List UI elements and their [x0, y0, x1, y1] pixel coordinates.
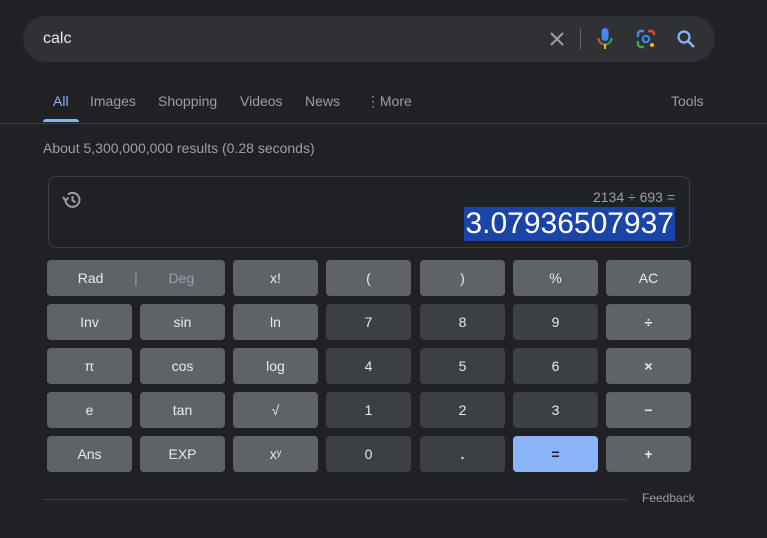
rad-deg-toggle[interactable]: Rad | Deg — [47, 260, 225, 296]
footer-divider — [43, 499, 627, 500]
inverse-key[interactable]: Inv — [47, 304, 132, 340]
tab-videos[interactable]: Videos — [240, 84, 283, 122]
left-paren-key[interactable]: ( — [326, 260, 411, 296]
log-key[interactable]: log — [233, 348, 318, 384]
more-dots-icon: ⋮ — [366, 93, 380, 109]
calculator-display: 2134 ÷ 693 = 3.07936507937 — [48, 176, 690, 248]
plus-key[interactable]: + — [606, 436, 691, 472]
search-input[interactable] — [43, 16, 523, 62]
digit-0-key[interactable]: 0 — [326, 436, 411, 472]
rad-key[interactable]: Rad — [47, 270, 134, 286]
tabs-divider — [0, 123, 767, 124]
minus-key[interactable]: − — [606, 392, 691, 428]
factorial-key[interactable]: x! — [233, 260, 318, 296]
deg-key[interactable]: Deg — [138, 270, 225, 286]
tools-button[interactable]: Tools — [671, 84, 704, 122]
decimal-key[interactable]: . — [420, 436, 505, 472]
result-stats: About 5,300,000,000 results (0.28 second… — [43, 140, 315, 156]
percent-key[interactable]: % — [513, 260, 598, 296]
euler-key[interactable]: e — [47, 392, 132, 428]
tab-videos-label: Videos — [240, 93, 283, 109]
tab-images-label: Images — [90, 93, 136, 109]
search-bar — [23, 16, 715, 62]
digit-6-key[interactable]: 6 — [513, 348, 598, 384]
tab-more-label: More — [379, 93, 412, 109]
tab-more[interactable]: ⋮ More — [366, 84, 412, 122]
tab-news[interactable]: News — [305, 84, 340, 122]
tab-images[interactable]: Images — [90, 84, 136, 122]
sin-key[interactable]: sin — [140, 304, 225, 340]
multiply-key[interactable]: × — [606, 348, 691, 384]
digit-5-key[interactable]: 5 — [420, 348, 505, 384]
divide-key[interactable]: ÷ — [606, 304, 691, 340]
all-clear-key[interactable]: AC — [606, 260, 691, 296]
calculator-expression: 2134 ÷ 693 = — [592, 189, 675, 205]
equals-key[interactable]: = — [513, 436, 598, 472]
cos-key[interactable]: cos — [140, 348, 225, 384]
clear-icon[interactable] — [545, 27, 569, 51]
digit-9-key[interactable]: 9 — [513, 304, 598, 340]
ln-key[interactable]: ln — [233, 304, 318, 340]
power-key[interactable]: xʸ — [233, 436, 318, 472]
digit-7-key[interactable]: 7 — [326, 304, 411, 340]
tools-label: Tools — [671, 93, 704, 109]
digit-2-key[interactable]: 2 — [420, 392, 505, 428]
tab-news-label: News — [305, 93, 341, 109]
search-divider — [580, 28, 581, 50]
tab-all-label: All — [53, 93, 69, 109]
microphone-icon[interactable] — [593, 27, 617, 51]
right-paren-key[interactable]: ) — [420, 260, 505, 296]
google-lens-icon[interactable] — [634, 27, 658, 51]
exp-key[interactable]: EXP — [140, 436, 225, 472]
calculator-result: 3.07936507937 — [464, 207, 675, 241]
pi-key[interactable]: π — [47, 348, 132, 384]
sqrt-key[interactable]: √ — [233, 392, 318, 428]
tab-shopping[interactable]: Shopping — [158, 84, 217, 122]
search-tabs: All Images Shopping Videos News ⋮ More T… — [0, 84, 767, 124]
tab-all[interactable]: All — [43, 84, 79, 122]
digit-8-key[interactable]: 8 — [420, 304, 505, 340]
digit-1-key[interactable]: 1 — [326, 392, 411, 428]
digit-4-key[interactable]: 4 — [326, 348, 411, 384]
answer-key[interactable]: Ans — [47, 436, 132, 472]
search-icon[interactable] — [674, 27, 698, 51]
digit-3-key[interactable]: 3 — [513, 392, 598, 428]
tan-key[interactable]: tan — [140, 392, 225, 428]
tab-shopping-label: Shopping — [158, 93, 218, 109]
feedback-link[interactable]: Feedback — [642, 491, 695, 505]
history-icon[interactable] — [61, 189, 83, 211]
